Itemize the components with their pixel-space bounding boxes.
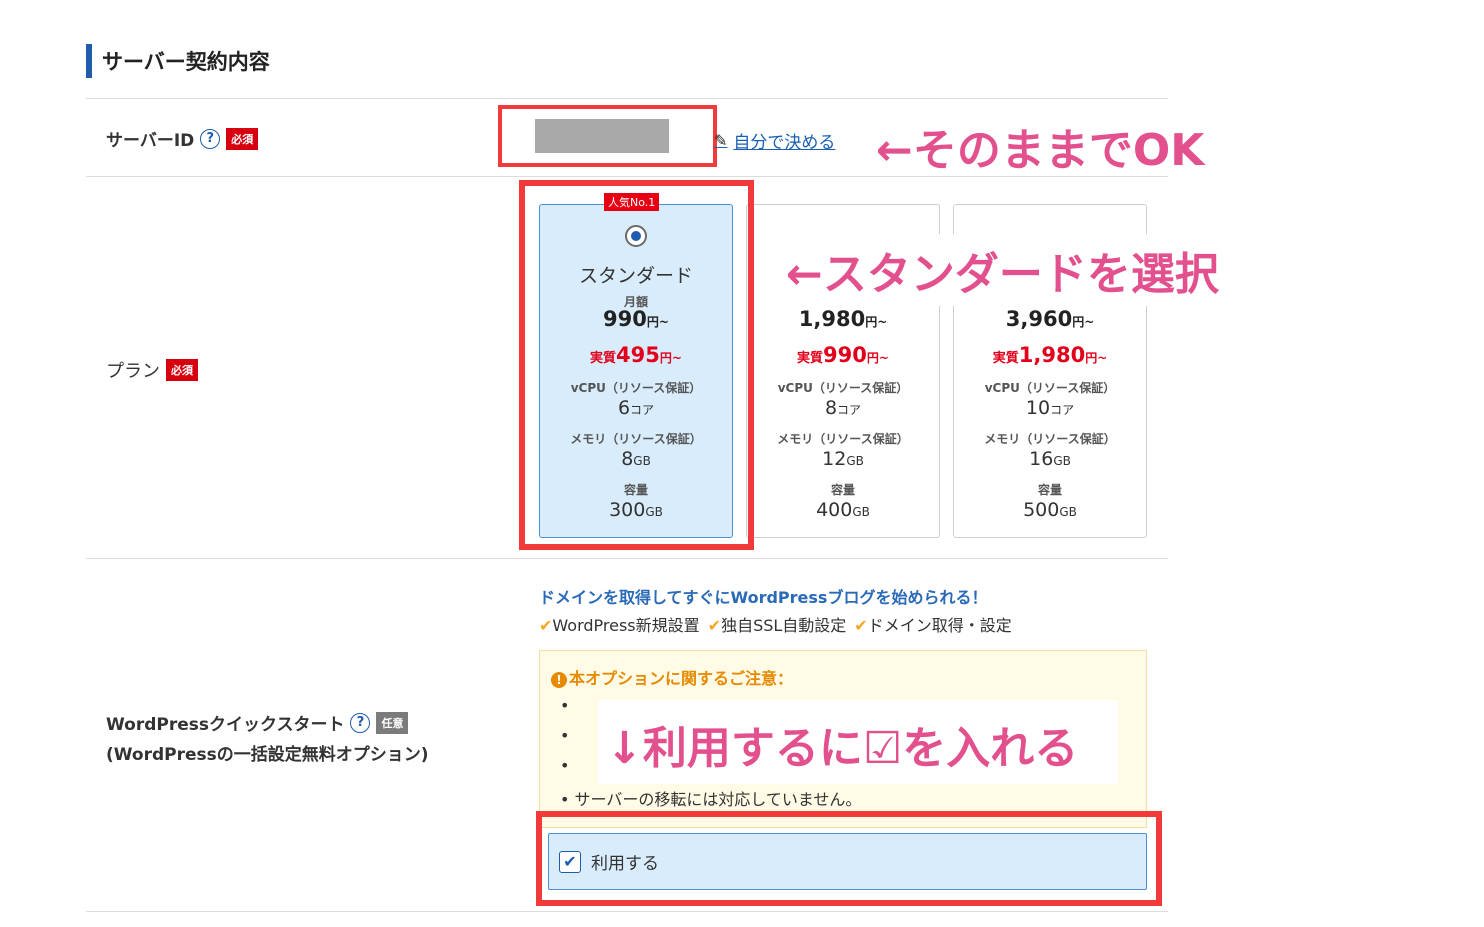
feature-list: ✔WordPress新規設置 ✔独自SSL自動設定 ✔ドメイン取得・設定 <box>539 612 1012 636</box>
plan-effective-price: 実質1,980円~ <box>992 343 1108 367</box>
required-badge: 必須 <box>166 359 198 381</box>
custom-id-link-text[interactable]: 自分で決める <box>733 128 835 153</box>
annotation-select-standard: ←スタンダードを選択 <box>778 234 1227 306</box>
annotation-check-use: ↓利用するに☑を入れる <box>598 700 1118 784</box>
required-badge: 必須 <box>226 127 259 150</box>
storage-value: 500GB <box>1023 499 1077 521</box>
memory-label: メモリ（リソース保証） <box>984 432 1116 446</box>
memory-value: 12GB <box>822 448 864 470</box>
annotation-keep-ok: ←そのままでOK <box>876 125 1205 176</box>
storage-label: 容量 <box>1037 483 1062 497</box>
plan-label-group: プラン 必須 <box>106 357 198 383</box>
memory-value: 16GB <box>1029 448 1071 470</box>
notice-item: • サーバーの移転には対応していません。 <box>560 790 862 809</box>
plan-label: プラン <box>106 361 160 382</box>
section-title: サーバー契約内容 <box>102 50 270 74</box>
pencil-icon: ✎ <box>714 131 728 150</box>
storage-value: 400GB <box>816 499 870 521</box>
notice-item: • <box>560 726 570 745</box>
divider <box>86 98 1168 99</box>
cpu-label: vCPU（リソース保証） <box>984 381 1116 395</box>
exclamation-icon: ! <box>551 672 567 688</box>
feature-item: ✔WordPress新規設置 <box>539 616 700 635</box>
highlight-box-server-id <box>498 105 717 167</box>
divider <box>86 911 1168 912</box>
highlight-box-use <box>536 811 1162 906</box>
divider <box>86 558 1168 559</box>
feature-item: ✔独自SSL自動設定 <box>707 616 847 635</box>
wp-quickstart-label: WordPressクイックスタート <box>106 715 345 735</box>
help-icon[interactable]: ? <box>350 712 371 733</box>
server-id-label: サーバーID <box>106 131 195 151</box>
notice-item: • <box>560 696 570 715</box>
plan-effective-price: 実質990円~ <box>797 343 889 367</box>
server-id-label-group: サーバーID ? 必須 <box>106 126 259 151</box>
help-icon[interactable]: ? <box>200 128 221 149</box>
optional-badge: 任意 <box>376 711 409 734</box>
feature-item: ✔ドメイン取得・設定 <box>854 616 1012 635</box>
wp-promo-text: ドメインを取得してすぐにWordPressブログを始められる！ <box>539 588 988 607</box>
notice-title: ! 本オプションに関するご注意： <box>551 665 793 689</box>
cpu-label: vCPU（リソース保証） <box>777 381 909 395</box>
memory-label: メモリ（リソース保証） <box>777 432 909 446</box>
custom-id-link[interactable]: ✎ 自分で決める <box>714 128 835 153</box>
check-icon: ✔ <box>707 616 722 635</box>
plan-price: 3,960円~ <box>1005 307 1095 331</box>
storage-label: 容量 <box>830 483 855 497</box>
check-icon: ✔ <box>539 616 553 635</box>
wp-quickstart-sublabel: (WordPressの一括設定無料オプション) <box>106 745 429 765</box>
check-icon: ✔ <box>854 616 868 635</box>
popular-badge: 人気No.1 <box>604 193 660 211</box>
plan-price: 1,980円~ <box>798 307 888 331</box>
highlight-box-plan <box>519 180 754 550</box>
notice-item: • <box>560 756 570 775</box>
cpu-value: 10コア <box>1025 397 1075 419</box>
wp-label-group: WordPressクイックスタート ? 任意 <box>106 710 409 735</box>
cpu-value: 8コア <box>824 397 862 419</box>
section-accent-bar <box>86 44 92 78</box>
